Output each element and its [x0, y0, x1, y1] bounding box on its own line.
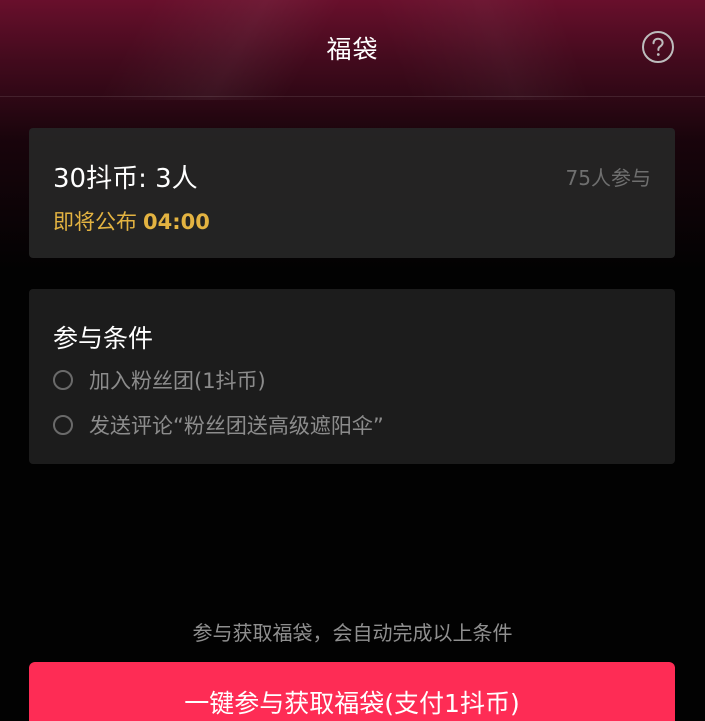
conditions-title: 参与条件 [53, 324, 154, 353]
conditions-card: 参与条件 加入粉丝团(1抖币) 发送评论“粉丝团送高级遮阳伞” [29, 289, 675, 464]
condition-label: 加入粉丝团(1抖币) [89, 369, 266, 393]
help-circle-icon[interactable] [641, 30, 675, 64]
prize-card: 30抖币: 3人 75人参与 即将公布 04:00 [29, 128, 675, 258]
auto-complete-hint: 参与获取福袋，会自动完成以上条件 [192, 621, 513, 645]
prize-reward: 30抖币: 3人 [53, 164, 198, 194]
title-bar: 福袋 [0, 0, 705, 97]
publish-time: 04:00 [143, 210, 210, 234]
join-button-label: 一键参与获取福袋(支付1抖币) [184, 689, 520, 718]
lucky-bag-panel: 福袋 30抖币: 3人 75人参与 即将公布 04:00 参与条件 加入粉丝团(1… [0, 0, 705, 721]
join-lucky-bag-button[interactable]: 一键参与获取福袋(支付1抖币) [29, 662, 675, 721]
condition-join-fan-club[interactable]: 加入粉丝团(1抖币) [53, 365, 266, 395]
condition-label: 发送评论“粉丝团送高级遮阳伞” [89, 414, 384, 438]
condition-send-comment[interactable]: 发送评论“粉丝团送高级遮阳伞” [53, 410, 384, 440]
radio-unchecked-icon[interactable] [53, 415, 73, 435]
publish-countdown: 即将公布 04:00 [53, 206, 210, 236]
radio-unchecked-icon[interactable] [53, 370, 73, 390]
page-title: 福袋 [326, 35, 379, 64]
publish-label: 即将公布 [53, 210, 137, 234]
participant-count: 75人参与 [565, 166, 651, 190]
